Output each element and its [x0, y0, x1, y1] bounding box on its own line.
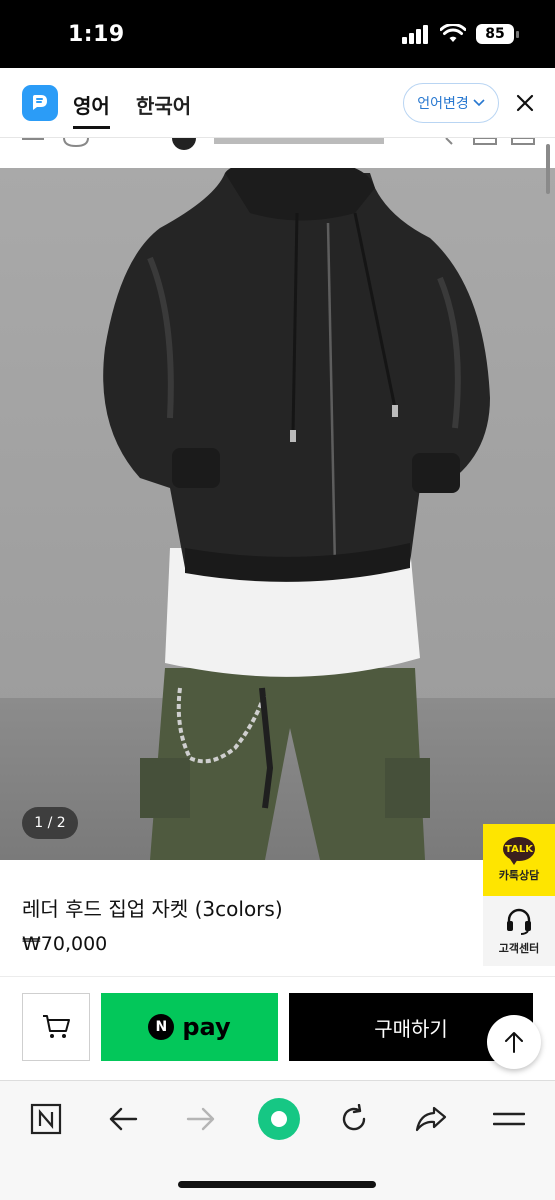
product-image[interactable]: [0, 168, 555, 860]
npay-button[interactable]: N pay: [101, 993, 278, 1061]
kakao-chat-label: 카톡상담: [498, 869, 540, 882]
tab-source-language[interactable]: 영어: [73, 90, 110, 129]
customer-center-label: 고객센터: [498, 942, 540, 955]
product-price: ₩70,000: [22, 933, 108, 955]
scroll-to-top-button[interactable]: [487, 1015, 541, 1069]
forward-arrow-icon[interactable]: [181, 1099, 221, 1139]
customer-center-button[interactable]: 고객센터: [483, 896, 555, 966]
headset-icon: [507, 908, 531, 935]
scrollbar-thumb[interactable]: [546, 144, 550, 194]
papago-logo-icon[interactable]: [22, 85, 58, 121]
npay-logo-icon: N: [148, 1014, 175, 1040]
arrow-up-icon: [505, 1032, 523, 1053]
language-change-label: 언어변경: [417, 96, 469, 112]
status-bar: 1:19 85: [0, 0, 555, 68]
add-to-cart-button[interactable]: [22, 993, 90, 1061]
close-icon[interactable]: [514, 92, 536, 114]
kakao-talk-icon: TALK: [503, 837, 535, 865]
purchase-bar: N pay 구매하기: [0, 976, 555, 1080]
refresh-icon[interactable]: [334, 1099, 374, 1139]
naver-home-icon[interactable]: [26, 1099, 66, 1139]
back-arrow-icon[interactable]: [103, 1099, 143, 1139]
wifi-icon: [440, 24, 466, 42]
status-time: 1:19: [68, 22, 125, 47]
chevron-down-icon: [473, 99, 485, 107]
site-header-strip: [0, 138, 555, 168]
green-dot-icon[interactable]: [257, 1097, 301, 1141]
product-name: 레더 후드 집업 자켓 (3colors): [22, 897, 283, 921]
battery-indicator: 85: [476, 24, 514, 44]
image-counter: 1 / 2: [22, 807, 78, 839]
tab-target-language[interactable]: 한국어: [136, 90, 191, 119]
kakao-chat-button[interactable]: TALK 카톡상담: [483, 824, 555, 896]
menu-icon[interactable]: [489, 1099, 529, 1139]
translate-bar: 영어 한국어 언어변경: [0, 68, 555, 138]
cart-icon: [43, 1015, 70, 1038]
npay-label: pay: [182, 1013, 231, 1041]
status-icons: 85: [402, 24, 519, 44]
share-icon[interactable]: [411, 1099, 451, 1139]
home-indicator: [178, 1181, 376, 1188]
battery-tip: [516, 30, 519, 38]
signal-icon: [402, 25, 428, 44]
language-change-button[interactable]: 언어변경: [403, 83, 499, 123]
